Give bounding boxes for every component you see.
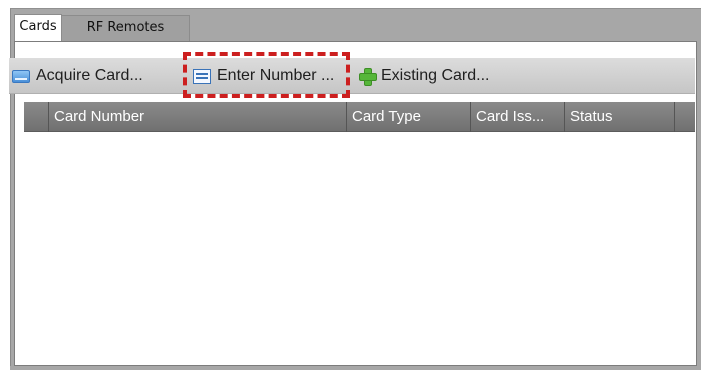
grid-body[interactable]	[24, 132, 695, 364]
column-header-extra[interactable]	[674, 102, 695, 132]
column-header-status[interactable]: Status	[564, 102, 674, 132]
grid-header: Card Number Card Type Card Iss... Status	[24, 102, 695, 132]
acquire-card-label: Acquire Card...	[36, 67, 143, 84]
card-icon	[12, 69, 30, 83]
enter-number-button[interactable]: Enter Number ...	[193, 58, 334, 94]
form-icon	[193, 68, 211, 84]
existing-card-button[interactable]: Existing Card...	[359, 58, 489, 94]
column-header-card-number[interactable]: Card Number	[48, 102, 346, 132]
toolbar: Acquire Card... Enter Number ... Existin…	[9, 58, 695, 94]
tab-rf-remotes[interactable]: RF Remotes	[62, 15, 190, 41]
column-header-card-type[interactable]: Card Type	[346, 102, 470, 132]
bottom-edge	[10, 366, 701, 370]
existing-card-label: Existing Card...	[381, 67, 490, 84]
plus-icon	[359, 68, 377, 86]
column-header-selector[interactable]	[24, 102, 48, 132]
enter-number-label: Enter Number ...	[217, 67, 335, 84]
acquire-card-button[interactable]: Acquire Card...	[12, 58, 143, 94]
tab-cards[interactable]: Cards	[14, 14, 62, 41]
column-header-card-issue[interactable]: Card Iss...	[470, 102, 564, 132]
